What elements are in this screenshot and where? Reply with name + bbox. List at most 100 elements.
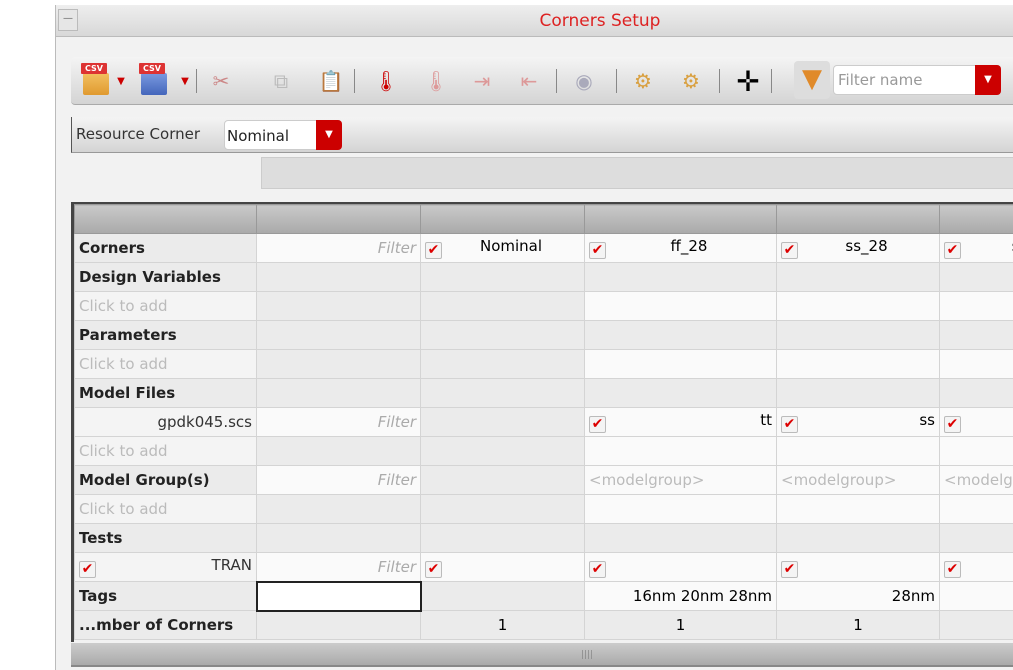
corner-cell[interactable]: <modelgroup> xyxy=(776,465,940,495)
row-label[interactable]: Tests xyxy=(74,523,257,553)
filter-placeholder[interactable]: Filter xyxy=(378,471,416,489)
corner-cell[interactable] xyxy=(776,320,940,350)
corner-settings-icon[interactable]: ⚙ xyxy=(626,65,660,97)
filter-cell[interactable] xyxy=(256,378,421,408)
remove-temperature-icon[interactable]: 🌡 xyxy=(421,65,451,97)
corner-cell[interactable] xyxy=(776,436,940,466)
corner-cell[interactable]: 28nm xyxy=(776,581,940,611)
row-label[interactable]: Model Files xyxy=(74,378,257,408)
corner-cell[interactable] xyxy=(776,523,940,553)
corner-cell[interactable] xyxy=(939,581,1013,611)
corner-cell[interactable]: <modelgroup> xyxy=(939,465,1013,495)
enable-checkbox[interactable]: ✔ xyxy=(944,561,961,578)
corner-cell[interactable]: 1 xyxy=(584,610,777,640)
corner-cell[interactable] xyxy=(584,436,777,466)
filter-placeholder[interactable]: Filter xyxy=(378,558,416,576)
filter-cell[interactable]: Filter xyxy=(256,552,421,582)
filter-cell[interactable]: Filter xyxy=(256,407,421,437)
corner-cell[interactable] xyxy=(939,378,1013,408)
enable-checkbox[interactable]: ✔ xyxy=(589,561,606,578)
corner-cell[interactable]: ✔ ss xyxy=(776,407,940,437)
corner-cell[interactable]: 1 xyxy=(776,610,940,640)
corner-cell[interactable] xyxy=(776,349,940,379)
temperature-left-icon[interactable]: ⇤ xyxy=(511,65,547,97)
row-label[interactable]: gpdk045.scs xyxy=(74,407,257,437)
corner-cell[interactable] xyxy=(420,581,585,611)
dial-icon[interactable]: ◉ xyxy=(569,65,599,97)
corner-cell[interactable] xyxy=(939,262,1013,292)
resource-corner-dropdown-icon[interactable]: ▼ xyxy=(316,120,342,150)
save-dropdown-icon[interactable]: ▼ xyxy=(179,65,191,97)
row-label[interactable]: Design Variables xyxy=(74,262,257,292)
corner-cell[interactable] xyxy=(939,494,1013,524)
corner-cell[interactable] xyxy=(939,523,1013,553)
corner-cell[interactable] xyxy=(420,494,585,524)
filter-cell[interactable]: Filter xyxy=(256,233,421,263)
multi-corner-settings-icon[interactable]: ⚙ xyxy=(671,65,711,97)
filter-placeholder[interactable]: Filter xyxy=(378,413,416,431)
filter-cell[interactable] xyxy=(256,436,421,466)
corner-cell[interactable] xyxy=(584,523,777,553)
corner-cell[interactable] xyxy=(420,378,585,408)
corner-cell[interactable] xyxy=(420,291,585,321)
corner-cell[interactable]: ✔ xyxy=(939,552,1013,582)
corner-cell[interactable] xyxy=(584,349,777,379)
corner-cell[interactable] xyxy=(939,320,1013,350)
filter-cell[interactable]: Filter xyxy=(256,465,421,495)
horizontal-scrollbar[interactable]: |||| xyxy=(71,643,1013,667)
row-label[interactable]: Click to add xyxy=(74,494,257,524)
row-label[interactable]: Click to add xyxy=(74,436,257,466)
corner-cell[interactable] xyxy=(420,320,585,350)
enable-checkbox[interactable]: ✔ xyxy=(781,242,798,259)
corner-cell[interactable] xyxy=(420,349,585,379)
corner-cell[interactable] xyxy=(420,523,585,553)
row-label[interactable]: Model Group(s) xyxy=(74,465,257,495)
row-label[interactable]: Click to add xyxy=(74,291,257,321)
corner-cell[interactable] xyxy=(584,378,777,408)
corner-cell[interactable] xyxy=(584,494,777,524)
enable-checkbox[interactable]: ✔ xyxy=(425,242,442,259)
filter-cell[interactable] xyxy=(256,494,421,524)
corner-cell[interactable] xyxy=(420,262,585,292)
corner-cell[interactable]: ✔s xyxy=(939,233,1013,263)
enable-checkbox[interactable]: ✔ xyxy=(589,416,606,433)
row-label[interactable]: Tags xyxy=(74,581,257,611)
corner-cell[interactable] xyxy=(776,378,940,408)
test-enable-checkbox[interactable]: ✔ xyxy=(79,561,96,578)
row-label[interactable]: Parameters xyxy=(74,320,257,350)
corner-cell[interactable] xyxy=(776,291,940,321)
move-icon[interactable]: ✛ xyxy=(731,65,765,98)
corner-cell[interactable] xyxy=(939,291,1013,321)
filter-cell[interactable] xyxy=(256,523,421,553)
row-label[interactable]: Click to add xyxy=(74,349,257,379)
corner-cell[interactable] xyxy=(584,320,777,350)
corner-cell[interactable]: ✔ Nominal xyxy=(420,233,585,263)
cut-icon[interactable]: ✂ xyxy=(206,65,236,97)
enable-checkbox[interactable]: ✔ xyxy=(944,416,961,433)
corner-cell[interactable]: ✔ xyxy=(939,407,1013,437)
filter-cell[interactable] xyxy=(256,349,421,379)
row-label[interactable]: ✔ TRAN xyxy=(74,552,257,582)
filter-cell[interactable] xyxy=(255,580,422,612)
enable-checkbox[interactable]: ✔ xyxy=(781,561,798,578)
corner-cell[interactable]: 16nm 20nm 28nm xyxy=(584,581,777,611)
corner-cell[interactable] xyxy=(939,349,1013,379)
add-temperature-icon[interactable]: 🌡 xyxy=(371,65,401,97)
filter-cell[interactable] xyxy=(256,262,421,292)
corner-cell[interactable] xyxy=(776,494,940,524)
copy-icon[interactable]: ⧉ xyxy=(266,65,296,97)
corner-cell[interactable] xyxy=(939,436,1013,466)
filter-cell[interactable] xyxy=(256,320,421,350)
temperature-right-icon[interactable]: ⇥ xyxy=(464,65,500,97)
corner-cell[interactable] xyxy=(420,436,585,466)
corner-cell[interactable] xyxy=(776,262,940,292)
corner-cell[interactable]: ✔ xyxy=(420,552,585,582)
corner-cell[interactable] xyxy=(420,465,585,495)
filter-placeholder[interactable]: Filter xyxy=(378,239,416,257)
filter-cell[interactable] xyxy=(256,610,421,640)
corner-cell[interactable]: ✔ tt xyxy=(584,407,777,437)
corner-cell[interactable]: ✔ xyxy=(776,552,940,582)
open-dropdown-icon[interactable]: ▼ xyxy=(115,65,127,97)
open-csv-icon[interactable]: CSV xyxy=(81,63,111,97)
corner-cell[interactable]: ✔ ss_28 xyxy=(776,233,940,263)
